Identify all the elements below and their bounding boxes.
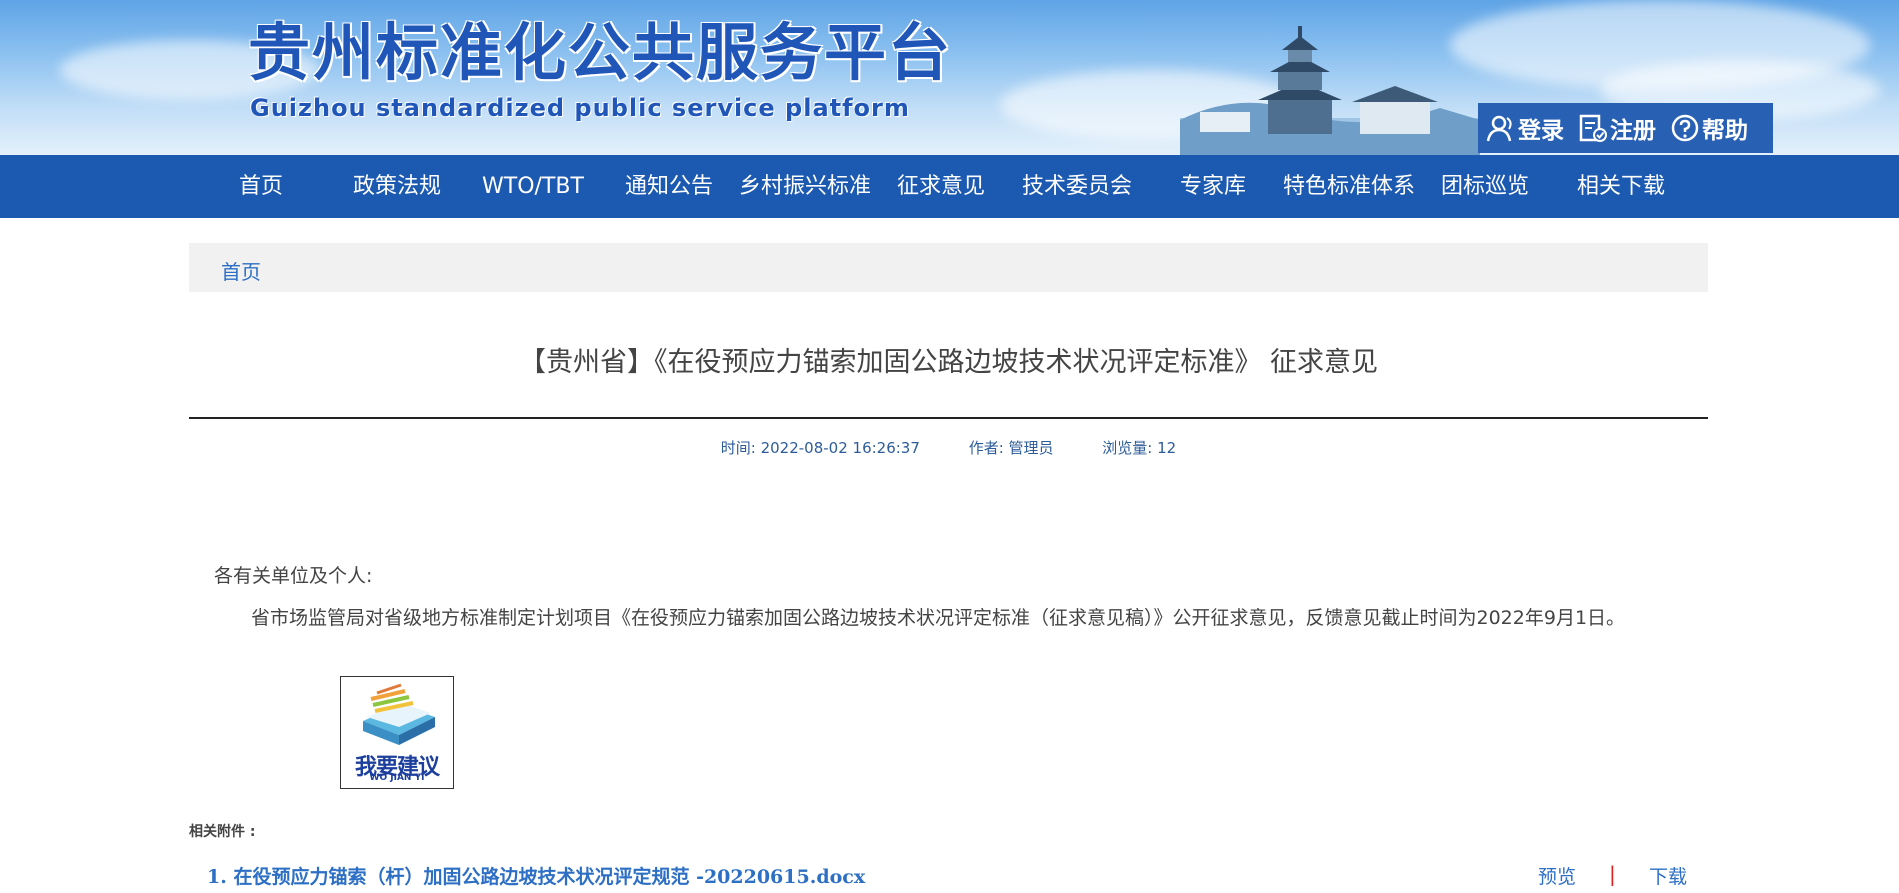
- nav-item-featured[interactable]: 特色标准体系: [1281, 155, 1417, 218]
- register-icon: [1579, 114, 1607, 142]
- attachment-file-link[interactable]: 1. 在役预应力锚索（杆）加固公路边坡技术状况评定规范 -20220615.do…: [207, 862, 865, 889]
- title-divider: [189, 417, 1708, 419]
- nav-item-comments[interactable]: 征求意见: [873, 155, 1009, 218]
- meta-views: 浏览量: 12: [1102, 439, 1177, 457]
- attachment-preview-link[interactable]: 预览: [1538, 862, 1576, 889]
- attachment-separator: |: [1609, 862, 1616, 886]
- help-link[interactable]: 帮助: [1670, 111, 1748, 145]
- nav-item-home[interactable]: 首页: [193, 155, 329, 218]
- nav-item-policy[interactable]: 政策法规: [329, 155, 465, 218]
- nav-item-rural[interactable]: 乡村振兴标准: [737, 155, 873, 218]
- register-link[interactable]: 注册: [1578, 111, 1656, 145]
- header-banner: 贵州标准化公共服务平台 Guizhou standardized public …: [0, 0, 1899, 155]
- article-meta: 时间: 2022-08-02 16:26:37 作者: 管理员 浏览量: 12: [189, 437, 1708, 458]
- attachment-row: 1. 在役预应力锚索（杆）加固公路边坡技术状况评定规范 -20220615.do…: [207, 862, 1697, 888]
- article-title: 【贵州省】《在役预应力锚索加固公路边坡技术状况评定标准》 征求意见: [518, 347, 1379, 378]
- salutation: 各有关单位及个人:: [214, 565, 373, 587]
- breadcrumb-home[interactable]: 首页: [221, 256, 261, 285]
- meta-time: 时间: 2022-08-02 16:26:37: [720, 439, 920, 457]
- pavilion-illustration: [1180, 26, 1480, 155]
- register-label: 注册: [1610, 118, 1656, 144]
- user-bar: 登录 注册 帮助: [1478, 103, 1773, 153]
- nav-item-experts[interactable]: 专家库: [1145, 155, 1281, 218]
- login-label: 登录: [1518, 118, 1564, 144]
- help-label: 帮助: [1702, 118, 1748, 144]
- login-link[interactable]: 登录: [1486, 111, 1564, 145]
- nav-item-committee[interactable]: 技术委员会: [1009, 155, 1145, 218]
- suggestion-icon: [363, 683, 435, 745]
- site-subtitle: Guizhou standardized public service plat…: [250, 94, 910, 122]
- breadcrumb: 首页: [189, 243, 1708, 292]
- nav-item-group-standards[interactable]: 团标巡览: [1417, 155, 1553, 218]
- suggest-button[interactable]: 我要建议 WO JIAN YI: [340, 676, 454, 789]
- suggest-button-pinyin: WO JIAN YI: [369, 773, 425, 783]
- main-nav: 首页 政策法规 WTO/TBT 通知公告 乡村振兴标准 征求意见 技术委员会 专…: [0, 155, 1899, 218]
- article-body: 省市场监管局对省级地方标准制定计划项目《在役预应力锚索加固公路边坡技术状况评定标…: [251, 607, 1626, 629]
- attachment-download-link[interactable]: 下载: [1649, 862, 1687, 889]
- meta-author: 作者: 管理员: [968, 439, 1054, 457]
- user-icon: [1486, 115, 1512, 142]
- nav-item-downloads[interactable]: 相关下载: [1553, 155, 1689, 218]
- help-icon: [1671, 114, 1699, 142]
- site-title: 贵州标准化公共服务平台: [248, 16, 953, 89]
- nav-item-wto[interactable]: WTO/TBT: [465, 155, 601, 218]
- nav-item-notices[interactable]: 通知公告: [601, 155, 737, 218]
- attachments-label: 相关附件 :: [189, 824, 256, 840]
